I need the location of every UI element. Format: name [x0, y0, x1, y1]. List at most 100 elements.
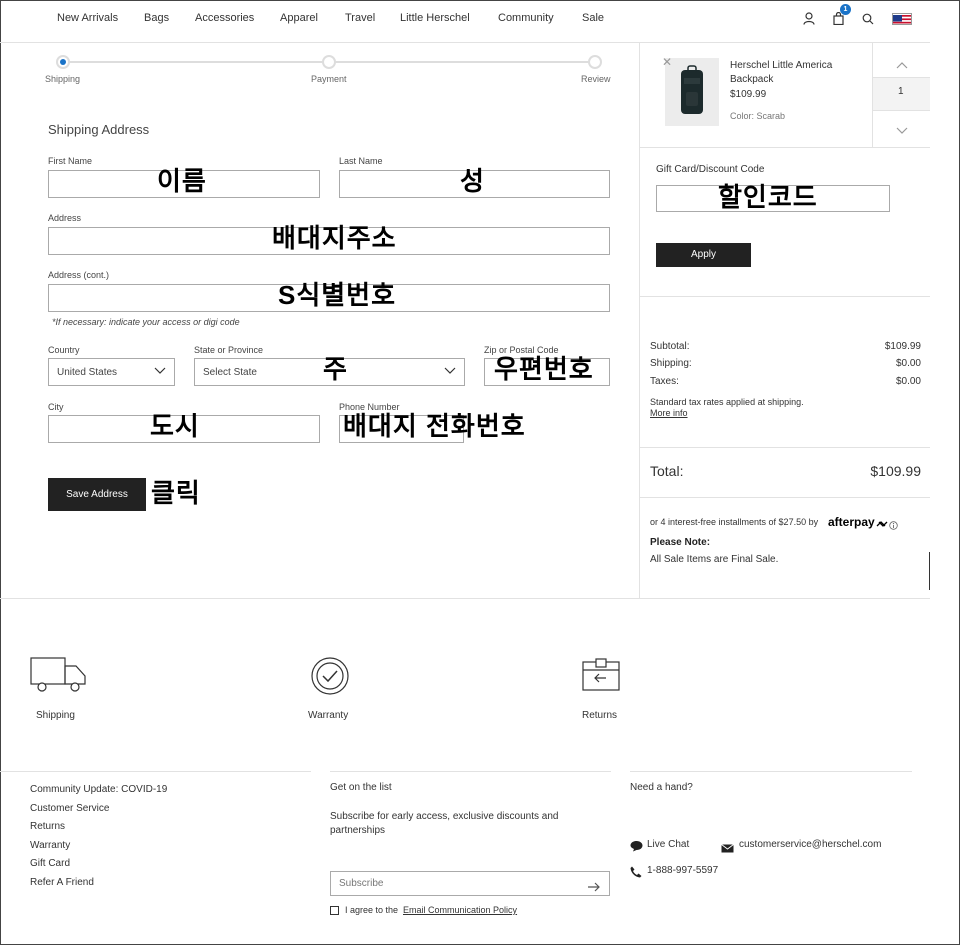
- footer-link-customer-service[interactable]: Customer Service: [30, 803, 109, 814]
- last-name-annotation: 성: [460, 166, 485, 196]
- nav-travel[interactable]: Travel: [345, 12, 375, 24]
- step-shipping-dot: [56, 55, 70, 69]
- feature-warranty-label[interactable]: Warranty: [308, 710, 348, 721]
- step-payment-label: Payment: [311, 74, 347, 84]
- divider: [640, 147, 930, 148]
- shipping-value: $0.00: [895, 358, 921, 369]
- footer-link-returns[interactable]: Returns: [30, 821, 65, 832]
- truck-icon: [30, 656, 88, 699]
- footer-link-refer-a-friend[interactable]: Refer A Friend: [30, 877, 94, 888]
- more-info-link[interactable]: More info: [650, 408, 688, 418]
- footer-divider: [0, 598, 930, 599]
- remove-item-icon[interactable]: ✕: [662, 55, 672, 69]
- taxes-label: Taxes:: [650, 376, 679, 387]
- nav-sale[interactable]: Sale: [582, 12, 604, 24]
- newsletter-title: Get on the list: [330, 782, 392, 793]
- address-annotation: 배대지주소: [272, 223, 397, 253]
- product-name-line1[interactable]: Herschel Little America: [730, 60, 832, 71]
- tax-note: Standard tax rates applied at shipping.: [650, 397, 804, 407]
- nav-bags[interactable]: Bags: [144, 12, 169, 24]
- subscribe-input[interactable]: Subscribe: [330, 871, 610, 896]
- save-annotation: 클릭: [151, 478, 201, 508]
- arrow-right-icon[interactable]: [588, 879, 600, 897]
- feature-returns-label[interactable]: Returns: [582, 710, 617, 721]
- phone-number[interactable]: 1-888-997-5597: [647, 865, 718, 876]
- country-label: Country: [48, 345, 80, 355]
- subscribe-placeholder: Subscribe: [339, 878, 384, 889]
- phone-annotation: 배대지 전화번호: [343, 411, 526, 441]
- subtotal-value: $109.99: [884, 341, 921, 352]
- cart-count-badge: 1: [840, 4, 851, 15]
- product-color: Color: Scarab: [730, 111, 786, 121]
- address2-label: Address (cont.): [48, 270, 110, 280]
- address2-note: *If necessary: indicate your access or d…: [52, 317, 240, 327]
- chevron-down-icon[interactable]: [896, 122, 908, 140]
- afterpay-text: or 4 interest-free installments of $27.5…: [650, 517, 819, 527]
- footer-link-warranty[interactable]: Warranty: [30, 840, 70, 851]
- divider: [640, 497, 930, 498]
- apply-button[interactable]: Apply: [656, 243, 751, 267]
- search-icon[interactable]: [862, 12, 874, 30]
- save-address-button[interactable]: Save Address: [48, 478, 146, 511]
- step-review-label: Review: [581, 74, 611, 84]
- nav-little-herschel[interactable]: Little Herschel: [400, 12, 470, 24]
- returns-box-icon: [582, 658, 620, 697]
- step-shipping-label: Shipping: [45, 74, 81, 84]
- scrollbar-edge[interactable]: [929, 552, 930, 590]
- feature-shipping-label[interactable]: Shipping: [36, 710, 75, 721]
- email-policy-link[interactable]: Email Communication Policy: [403, 905, 517, 915]
- shipping-address-title: Shipping Address: [48, 122, 150, 137]
- taxes-value: $0.00: [895, 376, 921, 387]
- state-annotation: 주: [323, 354, 348, 384]
- chevron-down-icon: [444, 367, 456, 378]
- total-row: Total: $109.99: [650, 463, 921, 479]
- first-name-annotation: 이름: [157, 166, 207, 196]
- country-value: United States: [57, 367, 118, 378]
- taxes-row: Taxes: $0.00: [650, 376, 921, 387]
- afterpay-arrows-icon: [876, 516, 888, 534]
- product-price: $109.99: [730, 89, 767, 100]
- country-select[interactable]: United States: [48, 358, 175, 386]
- footer-link-covid[interactable]: Community Update: COVID-19: [30, 784, 167, 795]
- step-payment-dot: [322, 55, 336, 69]
- please-note-title: Please Note:: [650, 537, 711, 548]
- city-label: City: [48, 402, 64, 412]
- product-thumbnail[interactable]: [665, 58, 719, 126]
- shipping-row: Shipping: $0.00: [650, 358, 921, 369]
- quantity-value[interactable]: 1: [898, 86, 904, 97]
- nav-accessories[interactable]: Accessories: [195, 12, 254, 24]
- top-navigation: New Arrivals Bags Accessories Apparel Tr…: [0, 0, 930, 43]
- state-value: Select State: [203, 367, 257, 378]
- city-annotation: 도시: [150, 411, 200, 441]
- us-flag-icon[interactable]: [892, 13, 912, 25]
- product-name-line2[interactable]: Backpack: [730, 74, 773, 85]
- nav-community[interactable]: Community: [498, 12, 554, 24]
- cart-icon[interactable]: [833, 11, 844, 30]
- live-chat-link[interactable]: Live Chat: [647, 839, 689, 850]
- nav-new-arrivals[interactable]: New Arrivals: [57, 12, 118, 24]
- info-icon[interactable]: [889, 517, 898, 535]
- address2-annotation: S식별번호: [278, 280, 397, 310]
- chat-icon: [630, 839, 643, 857]
- chevron-down-icon: [154, 367, 166, 378]
- subtotal-row: Subtotal: $109.99: [650, 341, 921, 352]
- nav-apparel[interactable]: Apparel: [280, 12, 318, 24]
- total-value: $109.99: [870, 463, 921, 479]
- step-review-dot: [588, 55, 602, 69]
- footer-col-divider: [630, 771, 912, 772]
- total-label: Total:: [650, 463, 684, 479]
- email-link[interactable]: customerservice@herschel.com: [739, 839, 881, 850]
- footer-link-gift-card[interactable]: Gift Card: [30, 858, 70, 869]
- first-name-label: First Name: [48, 156, 93, 166]
- state-label: State or Province: [194, 345, 264, 355]
- chevron-up-icon[interactable]: [896, 56, 908, 74]
- sidebar-divider: [639, 43, 640, 598]
- agree-text: I agree to the: [345, 905, 399, 915]
- mail-icon: [721, 840, 734, 858]
- shipping-label: Shipping:: [650, 358, 692, 369]
- agree-checkbox[interactable]: [330, 906, 339, 915]
- newsletter-text-line2: partnerships: [330, 825, 386, 836]
- address-label: Address: [48, 213, 82, 223]
- account-icon[interactable]: [803, 12, 815, 30]
- subtotal-label: Subtotal:: [650, 341, 690, 352]
